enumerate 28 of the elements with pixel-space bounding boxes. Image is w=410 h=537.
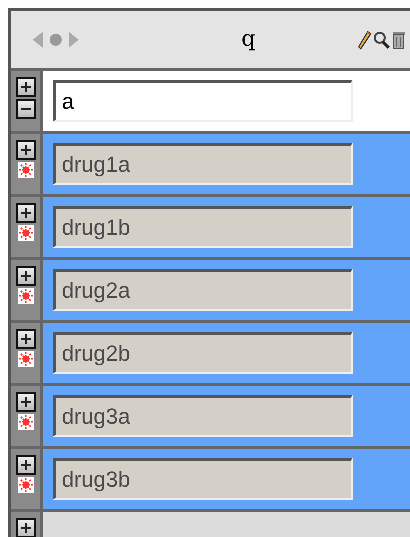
remove-button[interactable] bbox=[16, 99, 36, 119]
query-field[interactable]: a bbox=[53, 80, 353, 122]
add-button[interactable] bbox=[16, 518, 36, 537]
add-button[interactable] bbox=[16, 140, 36, 160]
burst-icon[interactable] bbox=[18, 351, 34, 367]
burst-icon[interactable] bbox=[18, 162, 34, 178]
plus-icon bbox=[20, 271, 30, 281]
add-button[interactable] bbox=[16, 329, 36, 349]
add-button[interactable] bbox=[16, 392, 36, 412]
plus-icon bbox=[20, 334, 30, 344]
add-button[interactable] bbox=[16, 266, 36, 286]
add-button[interactable] bbox=[16, 203, 36, 223]
burst-icon[interactable] bbox=[18, 414, 34, 430]
plus-icon bbox=[20, 145, 30, 155]
burst-icon[interactable] bbox=[18, 288, 34, 304]
burst-icon[interactable] bbox=[18, 477, 34, 493]
burst-icon[interactable] bbox=[18, 225, 34, 241]
plus-icon bbox=[20, 208, 30, 218]
add-button[interactable] bbox=[16, 455, 36, 475]
pencil-icon[interactable] bbox=[358, 30, 372, 50]
add-button[interactable] bbox=[16, 77, 36, 97]
plus-icon bbox=[20, 460, 30, 470]
plus-icon bbox=[20, 82, 30, 92]
header-title: q bbox=[240, 27, 257, 52]
plus-icon bbox=[20, 397, 30, 407]
plus-icon bbox=[20, 523, 30, 533]
search-icon[interactable] bbox=[373, 30, 391, 50]
trash-icon[interactable] bbox=[392, 30, 406, 50]
